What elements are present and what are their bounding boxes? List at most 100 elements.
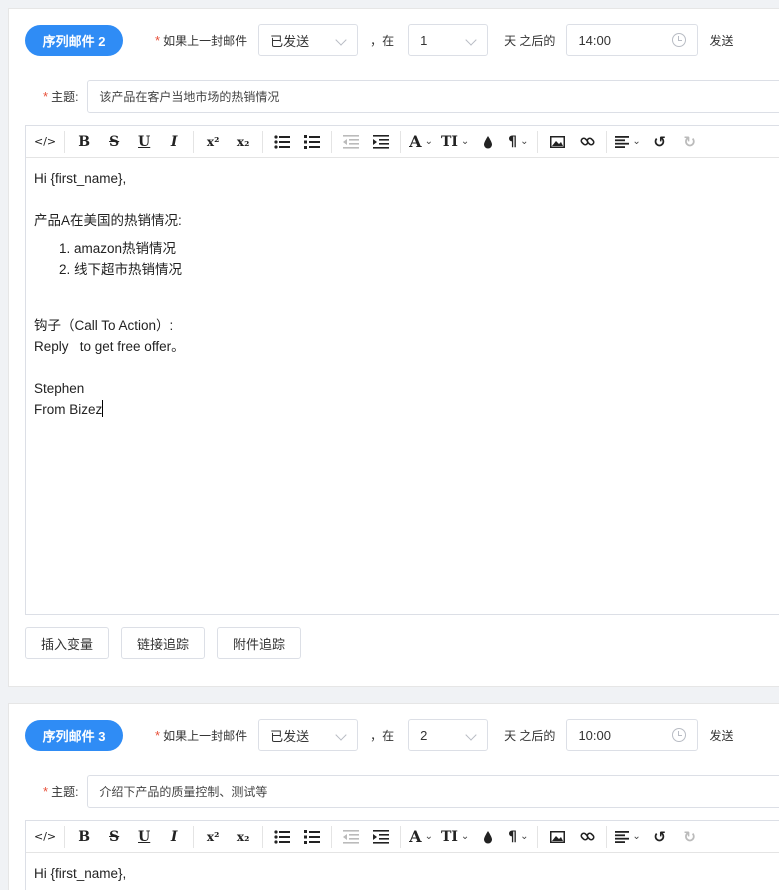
- text-color-icon[interactable]: [473, 130, 503, 154]
- text-style-glyph: TI: [440, 828, 458, 845]
- indent-icon[interactable]: [366, 825, 396, 849]
- link-icon[interactable]: [572, 130, 602, 154]
- subject-row: * 主题: 该产品在客户当地市场的热销情况: [43, 80, 779, 113]
- required-mark: *: [155, 727, 161, 743]
- bullet-list-icon[interactable]: [267, 130, 297, 154]
- email-body[interactable]: Hi {first_name},: [26, 853, 779, 890]
- sequence-badge[interactable]: 序列邮件 2: [25, 24, 123, 56]
- redo-icon[interactable]: ↻: [675, 825, 705, 849]
- subject-label: 主题:: [51, 90, 79, 104]
- undo-icon[interactable]: ↺: [645, 130, 675, 154]
- italic-icon[interactable]: I: [159, 825, 189, 849]
- chevron-down-icon: ⌄: [460, 831, 470, 842]
- subject-input[interactable]: 该产品在客户当地市场的热销情况: [87, 80, 779, 113]
- chevron-down-icon: ⌄: [632, 136, 641, 147]
- superscript-icon[interactable]: x²: [198, 130, 228, 154]
- chevron-down-icon: [335, 34, 347, 46]
- strikethrough-icon[interactable]: S: [99, 130, 129, 154]
- subject-input[interactable]: 介绍下产品的质量控制、测试等: [87, 775, 779, 808]
- underline-icon[interactable]: U: [129, 825, 159, 849]
- toolbar-divider: [400, 825, 402, 848]
- outdent-icon[interactable]: [336, 825, 366, 849]
- toolbar-divider: [331, 825, 333, 848]
- toolbar-divider: [537, 825, 539, 848]
- text-color-icon[interactable]: [473, 825, 503, 849]
- toolbar-divider: [64, 130, 66, 153]
- list-item: amazon热销情况: [74, 238, 779, 259]
- at-label: ，在: [370, 33, 395, 48]
- link-tracking-button[interactable]: 链接追踪: [121, 627, 206, 659]
- status-select[interactable]: 已发送: [258, 719, 359, 751]
- status-value: 已发送: [270, 33, 310, 49]
- bold-icon[interactable]: B: [69, 825, 99, 849]
- condition-label: 如果上一封邮件: [163, 33, 248, 48]
- link-icon[interactable]: [572, 825, 602, 849]
- days-after-label: 天 之后的: [504, 33, 556, 48]
- insert-variable-button[interactable]: 插入变量: [25, 627, 110, 659]
- image-icon[interactable]: [542, 825, 572, 849]
- rich-text-editor[interactable]: </> B S U I x² x₂ A ⌄ TI ⌄ ¶ ⌄ ⌄ ↺ ↻ Hi …: [25, 125, 779, 615]
- toolbar-divider: [262, 825, 264, 848]
- send-label: 发送: [709, 728, 734, 743]
- sequence-badge[interactable]: 序列邮件 3: [25, 719, 123, 751]
- code-view-icon[interactable]: </>: [30, 825, 60, 849]
- chevron-down-icon: [465, 729, 477, 741]
- subscript-icon[interactable]: x₂: [228, 130, 258, 154]
- chevron-down-icon: ⌄: [632, 831, 641, 842]
- body-signature-name: Stephen: [34, 381, 85, 396]
- clock-icon: [672, 33, 687, 47]
- image-icon[interactable]: [542, 130, 572, 154]
- subscript-icon[interactable]: x₂: [228, 825, 258, 849]
- strikethrough-icon[interactable]: S: [99, 825, 129, 849]
- undo-icon[interactable]: ↺: [645, 825, 675, 849]
- body-greeting: Hi {first_name},: [34, 866, 127, 881]
- numbered-list-icon[interactable]: [297, 130, 327, 154]
- attachment-tracking-button[interactable]: 附件追踪: [217, 627, 302, 659]
- editor-toolbar: </> B S U I x² x₂ A ⌄ TI ⌄ ¶ ⌄ ⌄ ↺ ↻: [26, 126, 779, 158]
- paragraph-icon[interactable]: ¶ ⌄: [503, 130, 533, 154]
- outdent-icon[interactable]: [336, 130, 366, 154]
- time-picker[interactable]: 14:00: [566, 24, 699, 56]
- status-select[interactable]: 已发送: [258, 24, 359, 56]
- italic-icon[interactable]: I: [159, 130, 189, 154]
- bullet-list-icon[interactable]: [267, 825, 297, 849]
- chevron-down-icon: ⌄: [460, 136, 470, 147]
- font-size-glyph: A: [409, 132, 422, 151]
- text-style-icon[interactable]: TI ⌄: [437, 130, 473, 154]
- underline-icon[interactable]: U: [129, 130, 159, 154]
- toolbar-divider: [606, 825, 608, 848]
- condition-label: 如果上一封邮件: [163, 728, 248, 743]
- align-icon[interactable]: ⌄: [611, 130, 644, 154]
- bold-icon[interactable]: B: [69, 130, 99, 154]
- schedule-row: 序列邮件 3 * 如果上一封邮件 已发送 ，在 2 天 之后的 10:00 发送: [25, 719, 733, 751]
- rich-text-editor[interactable]: </> B S U I x² x₂ A ⌄ TI ⌄ ¶ ⌄ ⌄ ↺ ↻ Hi …: [25, 820, 779, 890]
- time-picker[interactable]: 10:00: [566, 719, 699, 751]
- status-value: 已发送: [270, 728, 310, 744]
- toolbar-divider: [400, 130, 402, 153]
- subject-row: * 主题: 介绍下产品的质量控制、测试等: [43, 775, 779, 808]
- send-label: 发送: [709, 33, 734, 48]
- font-size-icon[interactable]: A ⌄: [405, 825, 437, 849]
- chevron-down-icon: [335, 729, 347, 741]
- superscript-icon[interactable]: x²: [198, 825, 228, 849]
- body-greeting: Hi {first_name},: [34, 171, 127, 186]
- align-icon[interactable]: ⌄: [611, 825, 644, 849]
- chevron-down-icon: [465, 34, 477, 46]
- time-value: 10:00: [578, 727, 611, 743]
- required-mark: *: [155, 32, 161, 48]
- code-view-icon[interactable]: </>: [30, 130, 60, 154]
- indent-icon[interactable]: [366, 130, 396, 154]
- schedule-row: 序列邮件 2 * 如果上一封邮件 已发送 ，在 1 天 之后的 14:00 发送: [25, 24, 733, 56]
- text-style-icon[interactable]: TI ⌄: [437, 825, 473, 849]
- font-size-icon[interactable]: A ⌄: [405, 130, 437, 154]
- body-blank-line: [34, 280, 779, 301]
- body-reply: Reply to get free offer。: [34, 339, 185, 354]
- days-select[interactable]: 1: [408, 24, 489, 56]
- paragraph-icon[interactable]: ¶ ⌄: [503, 825, 533, 849]
- redo-icon[interactable]: ↻: [675, 130, 705, 154]
- numbered-list-icon[interactable]: [297, 825, 327, 849]
- chevron-down-icon: ⌄: [424, 136, 433, 147]
- days-select[interactable]: 2: [408, 719, 489, 751]
- text-style-glyph: TI: [440, 133, 458, 150]
- email-body[interactable]: Hi {first_name}, 产品A在美国的热销情况: amazon热销情况…: [26, 158, 779, 430]
